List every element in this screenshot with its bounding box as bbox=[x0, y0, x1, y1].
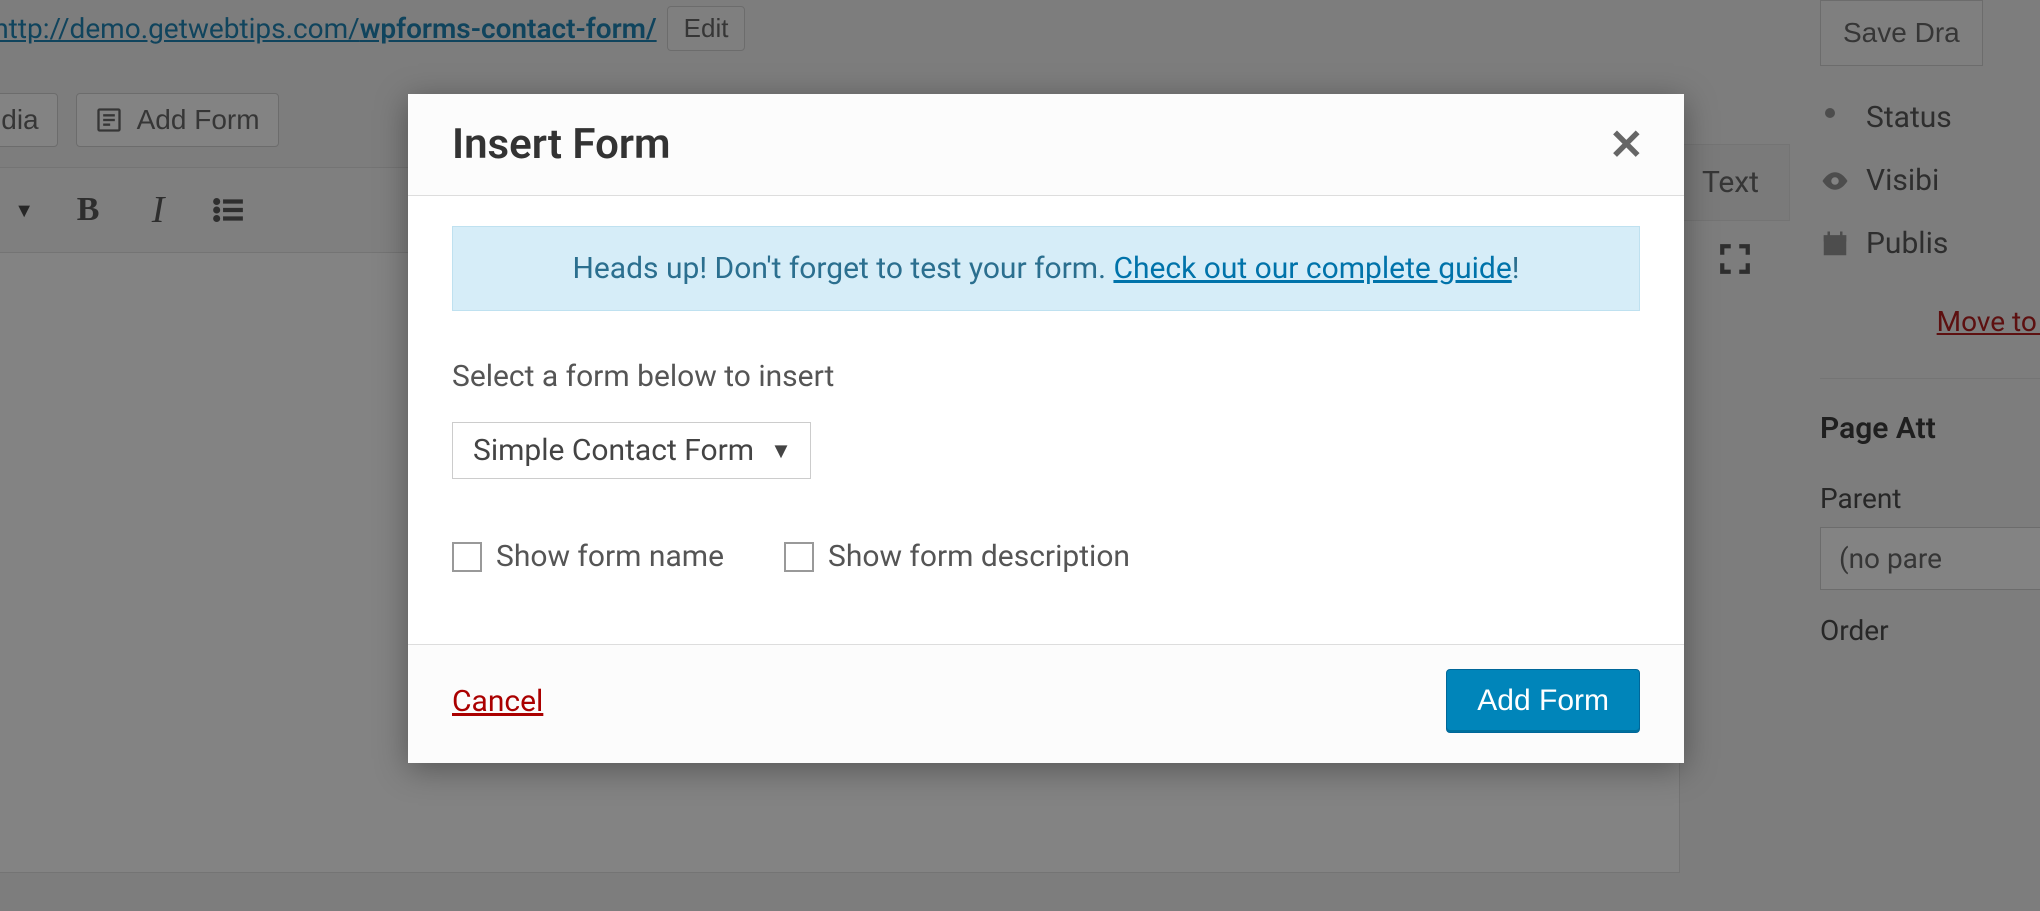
notice-lead: Heads up! Don't forget to test your form… bbox=[573, 251, 1114, 286]
show-form-description-label: Show form description bbox=[828, 539, 1130, 574]
modal-body: Heads up! Don't forget to test your form… bbox=[408, 196, 1684, 614]
notice-tail: ! bbox=[1512, 251, 1520, 286]
insert-form-modal: Insert Form ✕ Heads up! Don't forget to … bbox=[408, 94, 1684, 763]
notice-guide-link[interactable]: Check out our complete guide bbox=[1113, 251, 1511, 286]
form-select[interactable]: Simple Contact Form ▼ bbox=[452, 422, 811, 479]
show-form-name-option[interactable]: Show form name bbox=[452, 539, 724, 574]
select-form-label: Select a form below to insert bbox=[452, 359, 1640, 394]
close-icon: ✕ bbox=[1609, 121, 1644, 168]
modal-title: Insert Form bbox=[452, 120, 670, 169]
modal-close-button[interactable]: ✕ bbox=[1609, 124, 1644, 166]
modal-header: Insert Form ✕ bbox=[408, 94, 1684, 196]
chevron-down-icon: ▼ bbox=[770, 438, 792, 464]
add-form-submit-button[interactable]: Add Form bbox=[1446, 669, 1640, 733]
options-row: Show form name Show form description bbox=[452, 539, 1640, 574]
show-form-description-checkbox[interactable] bbox=[784, 542, 814, 572]
form-select-value: Simple Contact Form bbox=[473, 433, 754, 468]
show-form-name-label: Show form name bbox=[496, 539, 724, 574]
info-notice: Heads up! Don't forget to test your form… bbox=[452, 226, 1640, 311]
show-form-description-option[interactable]: Show form description bbox=[784, 539, 1130, 574]
modal-footer: Cancel Add Form bbox=[408, 644, 1684, 763]
cancel-link[interactable]: Cancel bbox=[452, 684, 543, 719]
show-form-name-checkbox[interactable] bbox=[452, 542, 482, 572]
